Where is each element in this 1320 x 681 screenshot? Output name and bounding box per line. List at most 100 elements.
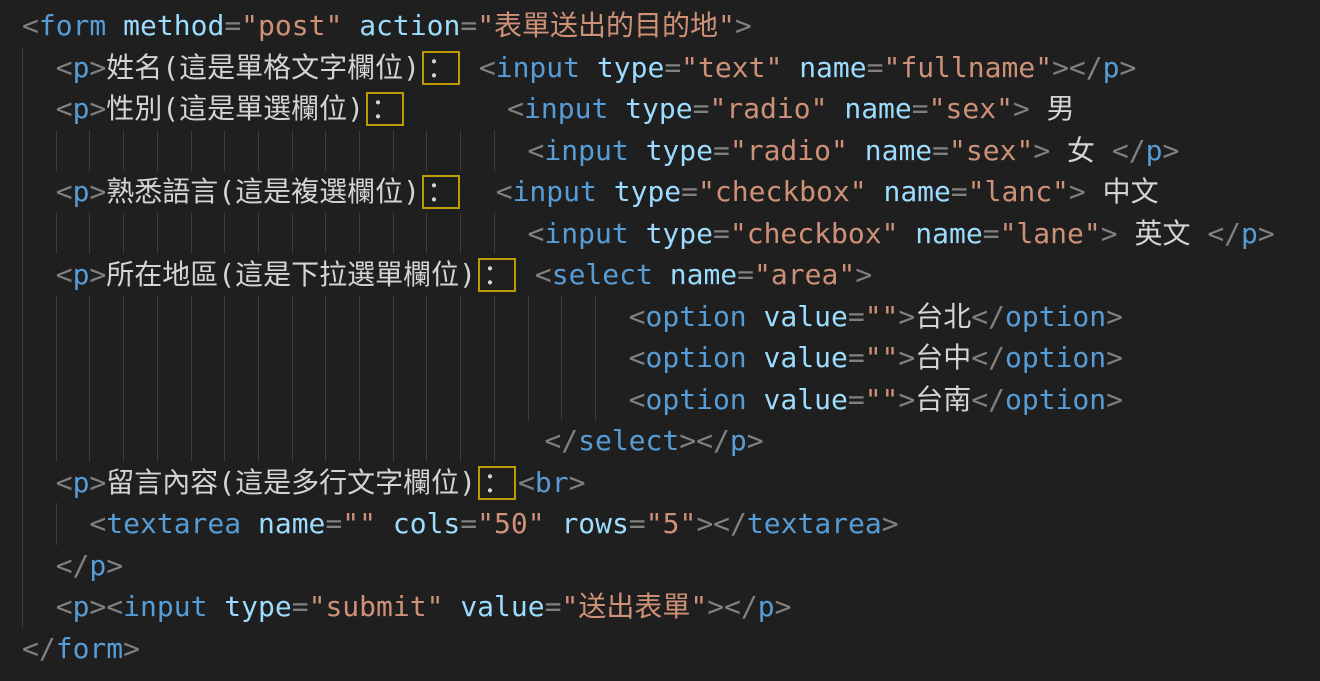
code-token: select [578,424,679,457]
code-token [608,92,625,125]
indent-guide [494,420,528,462]
code-token: 留言內容(這是多行文字欄位) [106,466,476,499]
code-token: < [56,590,73,623]
indent-guide [393,130,427,172]
code-token: < [535,258,552,291]
code-token: > [89,258,106,291]
code-line: <p>熟悉語言(這是複選欄位)：<input type="checkbox" n… [22,171,1320,213]
code-token: name [844,92,911,125]
code-token: > [1106,383,1123,416]
indent-guide [494,213,528,255]
code-token [747,300,764,333]
code-token: "送出表單" [561,590,707,623]
code-token: type [646,217,713,250]
indent-guide [22,213,56,255]
indent-guide [89,130,123,172]
code-token: name [670,258,737,291]
code-token: > [747,424,764,457]
indent-guide [292,213,326,255]
code-token: option [646,341,747,374]
code-token: input [544,217,628,250]
code-token: < [518,466,535,499]
code-token: type [646,134,713,167]
indent-guide [460,130,494,172]
code-token: = [292,590,309,623]
code-token: = [713,134,730,167]
code-line: <p>性別(這是單選欄位)：<input type="radio" name="… [22,88,1320,130]
code-token: < [528,217,545,250]
whitespace-spacer [462,171,496,213]
code-token: p [1146,134,1163,167]
code-token [629,134,646,167]
indent-guide [561,379,595,421]
code-token: type [597,51,664,84]
code-token: = [848,383,865,416]
code-token: >< [89,590,123,623]
indent-guide [123,420,157,462]
indent-guide [494,337,528,379]
indent-guide [22,171,56,213]
code-token: "5" [646,507,697,540]
code-token: </ [971,383,1005,416]
whitespace-spacer [518,254,535,296]
code-token: = [693,92,710,125]
unicode-highlight-box: ： [478,466,516,500]
indent-guide [359,213,393,255]
code-token [241,507,258,540]
code-token: "" [865,341,899,374]
code-token: 女 [1050,134,1112,167]
indent-guide [157,296,191,338]
code-token: < [629,300,646,333]
code-editor[interactable]: <form method="post" action="表單送出的目的地"><p… [0,0,1320,681]
code-token: type [224,590,291,623]
code-token: "radio" [709,92,827,125]
code-token: = [932,134,949,167]
code-token [443,590,460,623]
indent-guide [56,379,90,421]
code-token: < [22,9,39,42]
code-token: "sex" [929,92,1013,125]
code-token: > [123,632,140,665]
code-token: p [1103,51,1120,84]
indent-guide [359,337,393,379]
code-token: > [1069,175,1086,208]
code-token: = [224,9,241,42]
code-token: > [1013,92,1030,125]
indent-guide [595,379,629,421]
code-token: = [983,217,1000,250]
code-token: > [1101,217,1118,250]
code-token: > [89,466,106,499]
code-token: name [865,134,932,167]
indent-guide [157,213,191,255]
code-token: > [882,507,899,540]
code-token: </ [22,632,56,665]
code-token: p [89,549,106,582]
code-token: = [713,217,730,250]
code-token: type [625,92,692,125]
code-line: <p>所在地區(這是下拉選單欄位)：<select name="area"> [22,254,1320,296]
code-line: <option value="">台北</option> [22,296,1320,338]
indent-guide [22,337,56,379]
code-token: input [123,590,207,623]
code-token: ></ [1052,51,1103,84]
code-token: value [764,383,848,416]
code-line: </select></p> [22,420,1320,462]
code-token: < [56,92,73,125]
code-token: 男 [1030,92,1075,125]
code-token [342,9,359,42]
indent-guide [258,213,292,255]
code-token: > [106,549,123,582]
code-token: ></ [679,424,730,457]
indent-guide [22,296,56,338]
indent-guide [22,254,56,296]
indent-guide [22,88,56,130]
indent-guide [191,420,225,462]
indent-guide [426,130,460,172]
code-token: ></ [707,590,758,623]
code-line: <p>留言內容(這是多行文字欄位)：<br> [22,462,1320,504]
code-line: <input type="checkbox" name="lane"> 英文 <… [22,213,1320,255]
code-token: "sex" [949,134,1033,167]
code-token: p [730,424,747,457]
code-token: = [664,51,681,84]
code-token: < [56,258,73,291]
